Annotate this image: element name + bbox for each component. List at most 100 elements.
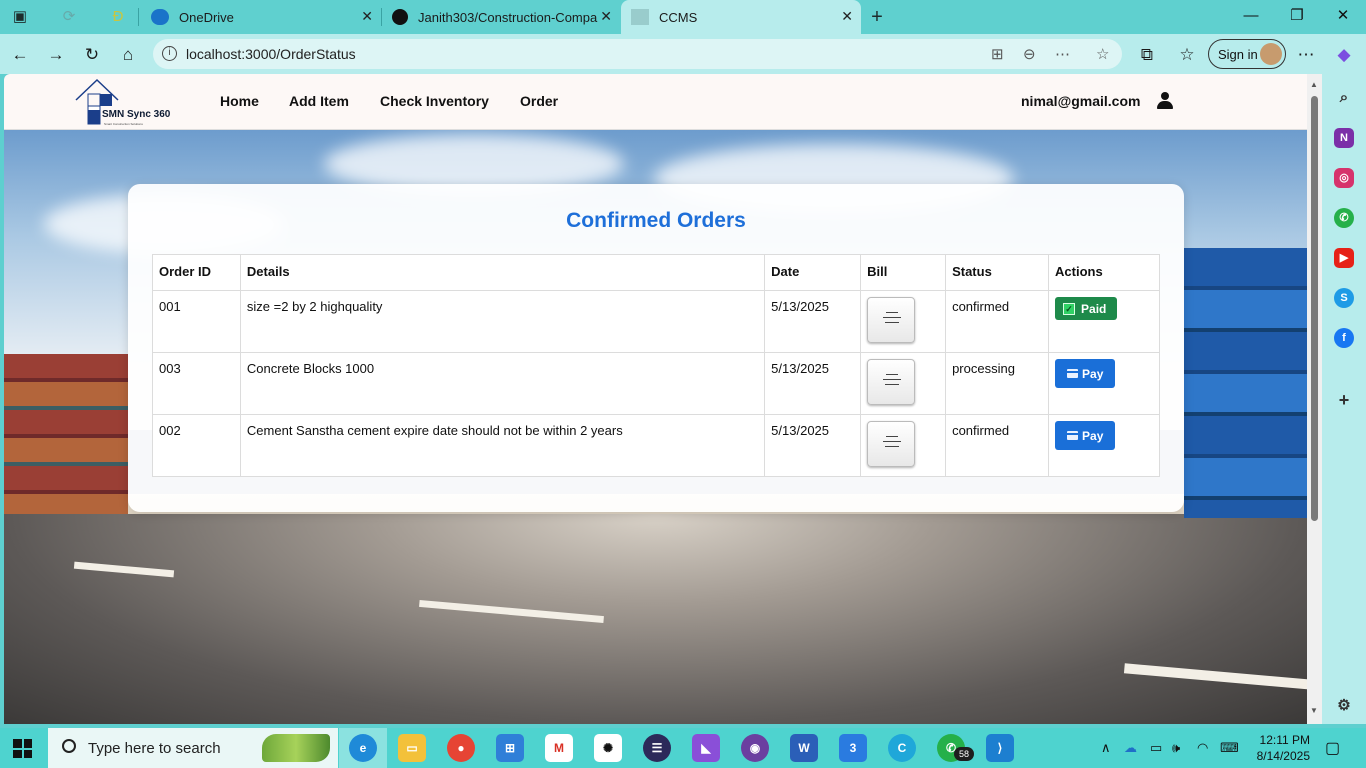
show-hidden-icons[interactable]: ∧ [1101, 740, 1111, 756]
refresh-button[interactable]: ↻ [79, 42, 105, 68]
extensions-icon[interactable]: ⧉ [1134, 42, 1160, 68]
order-id: 002 [152, 414, 241, 477]
scroll-thumb[interactable] [1311, 96, 1318, 521]
onedrive-tray-icon[interactable]: ☁ [1124, 740, 1137, 756]
scroll-down-icon[interactable]: ▼ [1310, 706, 1318, 715]
sidebar-settings-icon[interactable]: ⚙ [1334, 696, 1354, 716]
close-icon[interactable]: ✕ [600, 8, 612, 25]
page-scrollbar[interactable]: ▲ ▼ [1307, 74, 1322, 724]
chatgpt-icon[interactable]: ✺ [594, 734, 622, 762]
column-header-order-id: Order ID [152, 254, 241, 291]
url-text[interactable]: localhost:3000/OrderStatus [186, 46, 356, 62]
chrome-icon[interactable]: ● [447, 734, 475, 762]
copilot-icon[interactable]: ◆ [1331, 42, 1357, 68]
nav-order[interactable]: Order [520, 93, 558, 109]
taskbar-search[interactable]: Type here to search [48, 728, 338, 768]
search-icon[interactable]: ⌕ [1334, 88, 1354, 108]
youtube-icon[interactable]: ▶ [1334, 248, 1354, 268]
skype-icon[interactable]: S [1334, 288, 1354, 308]
whatsapp-icon[interactable]: ✆ [1334, 208, 1354, 228]
restore-button[interactable]: ❐ [1274, 0, 1320, 34]
gmail-icon[interactable]: M [545, 734, 573, 762]
sign-in-button[interactable]: Sign in [1208, 39, 1286, 69]
document-icon [883, 374, 902, 392]
app-3-icon[interactable]: 3 [839, 734, 867, 762]
edge-taskbar-icon[interactable]: e [349, 734, 377, 762]
app-available-icon[interactable]: ⊞ [991, 45, 1004, 63]
orders-table: Order ID Details Date Bill Status Action… [152, 254, 1160, 477]
file-explorer-icon[interactable]: ▭ [398, 734, 426, 762]
volume-icon[interactable]: 🕪 [1172, 740, 1180, 756]
forward-button[interactable]: → [43, 42, 69, 68]
bill-cell [860, 352, 947, 415]
back-button[interactable]: ← [7, 42, 33, 68]
nav-home[interactable]: Home [220, 93, 259, 109]
add-sidebar-app-icon[interactable]: + [1334, 390, 1354, 410]
scroll-up-icon[interactable]: ▲ [1310, 80, 1318, 89]
favorites-icon[interactable]: ☆ [1174, 42, 1200, 68]
more-tools-icon[interactable]: ⋯ [1055, 45, 1070, 63]
instagram-icon[interactable]: ◎ [1334, 168, 1354, 188]
nav-check-inventory[interactable]: Check Inventory [380, 93, 489, 109]
user-icon[interactable] [1157, 92, 1173, 110]
tab-actions-icon[interactable]: ▣ [9, 6, 31, 28]
tab-ccms[interactable]: CCMS ✕ [621, 0, 861, 34]
order-details: Cement Sanstha cement expire date should… [239, 414, 766, 477]
browser-tab-strip: ▣ ⟳ Ð OneDrive ✕ Janith303/Construction-… [0, 0, 1366, 34]
tab-onedrive[interactable]: OneDrive ✕ [141, 0, 381, 34]
taskbar-clock[interactable]: 12:11 PM 8/14/2025 [1250, 732, 1310, 764]
word-icon[interactable]: W [790, 734, 818, 762]
document-icon [883, 312, 902, 330]
bill-cell [860, 290, 947, 353]
site-info-icon[interactable]: i [162, 46, 177, 61]
bill-image-button[interactable] [867, 421, 916, 467]
order-details: size =2 by 2 highquality [239, 290, 766, 353]
close-window-button[interactable]: ✕ [1320, 0, 1366, 34]
sign-in-label: Sign in [1218, 47, 1258, 62]
column-header-status: Status [945, 254, 1050, 291]
page-title: Confirmed Orders [566, 209, 746, 232]
clock-date: 8/14/2025 [1256, 749, 1310, 763]
address-bar[interactable]: i localhost:3000/OrderStatus ⊞ ⊖ ⋯ ☆ [153, 39, 1122, 69]
clock-time: 12:11 PM [1259, 733, 1310, 747]
logo[interactable]: SMN Sync 360 Smart Construction Solution… [74, 78, 184, 126]
visual-studio-icon[interactable]: ◣ [692, 734, 720, 762]
nav-add-item[interactable]: Add Item [289, 93, 349, 109]
pay-button[interactable]: Pay [1055, 359, 1116, 388]
minimize-button[interactable]: — [1228, 0, 1274, 34]
workspace-icon[interactable]: ⟳ [58, 6, 80, 28]
close-icon[interactable]: ✕ [361, 8, 373, 25]
battery-icon[interactable]: ▭ [1150, 740, 1162, 756]
facebook-icon[interactable]: f [1334, 328, 1354, 348]
logo-text: SMN Sync 360 [102, 109, 171, 120]
new-tab-button[interactable]: + [866, 6, 888, 28]
paid-button[interactable]: ✓ Paid [1055, 297, 1118, 320]
onenote-icon[interactable]: N [1334, 128, 1354, 148]
page-viewport: SMN Sync 360 Smart Construction Solution… [4, 74, 1307, 724]
settings-more-icon[interactable]: ⋯ [1293, 42, 1319, 68]
whatsapp-unread-badge: 58 [954, 747, 974, 761]
page-icon [631, 9, 649, 25]
canva-icon[interactable]: C [888, 734, 916, 762]
favorite-star-icon[interactable]: ☆ [1096, 45, 1109, 63]
eclipse-icon[interactable]: ☰ [643, 734, 671, 762]
zoom-out-icon[interactable]: ⊖ [1023, 45, 1036, 63]
bill-image-button[interactable] [867, 359, 916, 405]
keyboard-icon[interactable]: ⌨ [1220, 740, 1239, 756]
wifi-icon[interactable]: ◠ [1197, 740, 1208, 756]
microsoft-store-icon[interactable]: ⊞ [496, 734, 524, 762]
user-email: nimal@gmail.com [1021, 93, 1141, 109]
bill-image-button[interactable] [867, 297, 916, 343]
tab-separator [138, 8, 139, 26]
tab-github[interactable]: Janith303/Construction-Company ✕ [382, 0, 620, 34]
pinned-tab-icon[interactable]: Ð [107, 6, 129, 28]
order-date: 5/13/2025 [764, 290, 862, 353]
vscode-icon[interactable]: ⟩ [986, 734, 1014, 762]
pay-button[interactable]: Pay [1055, 421, 1116, 450]
home-button[interactable]: ⌂ [115, 42, 141, 68]
notification-icon[interactable]: ▢ [1325, 738, 1340, 758]
github-desktop-icon[interactable]: ◉ [741, 734, 769, 762]
start-button[interactable] [13, 739, 32, 758]
search-highlight-image [262, 734, 330, 762]
close-icon[interactable]: ✕ [841, 8, 853, 25]
